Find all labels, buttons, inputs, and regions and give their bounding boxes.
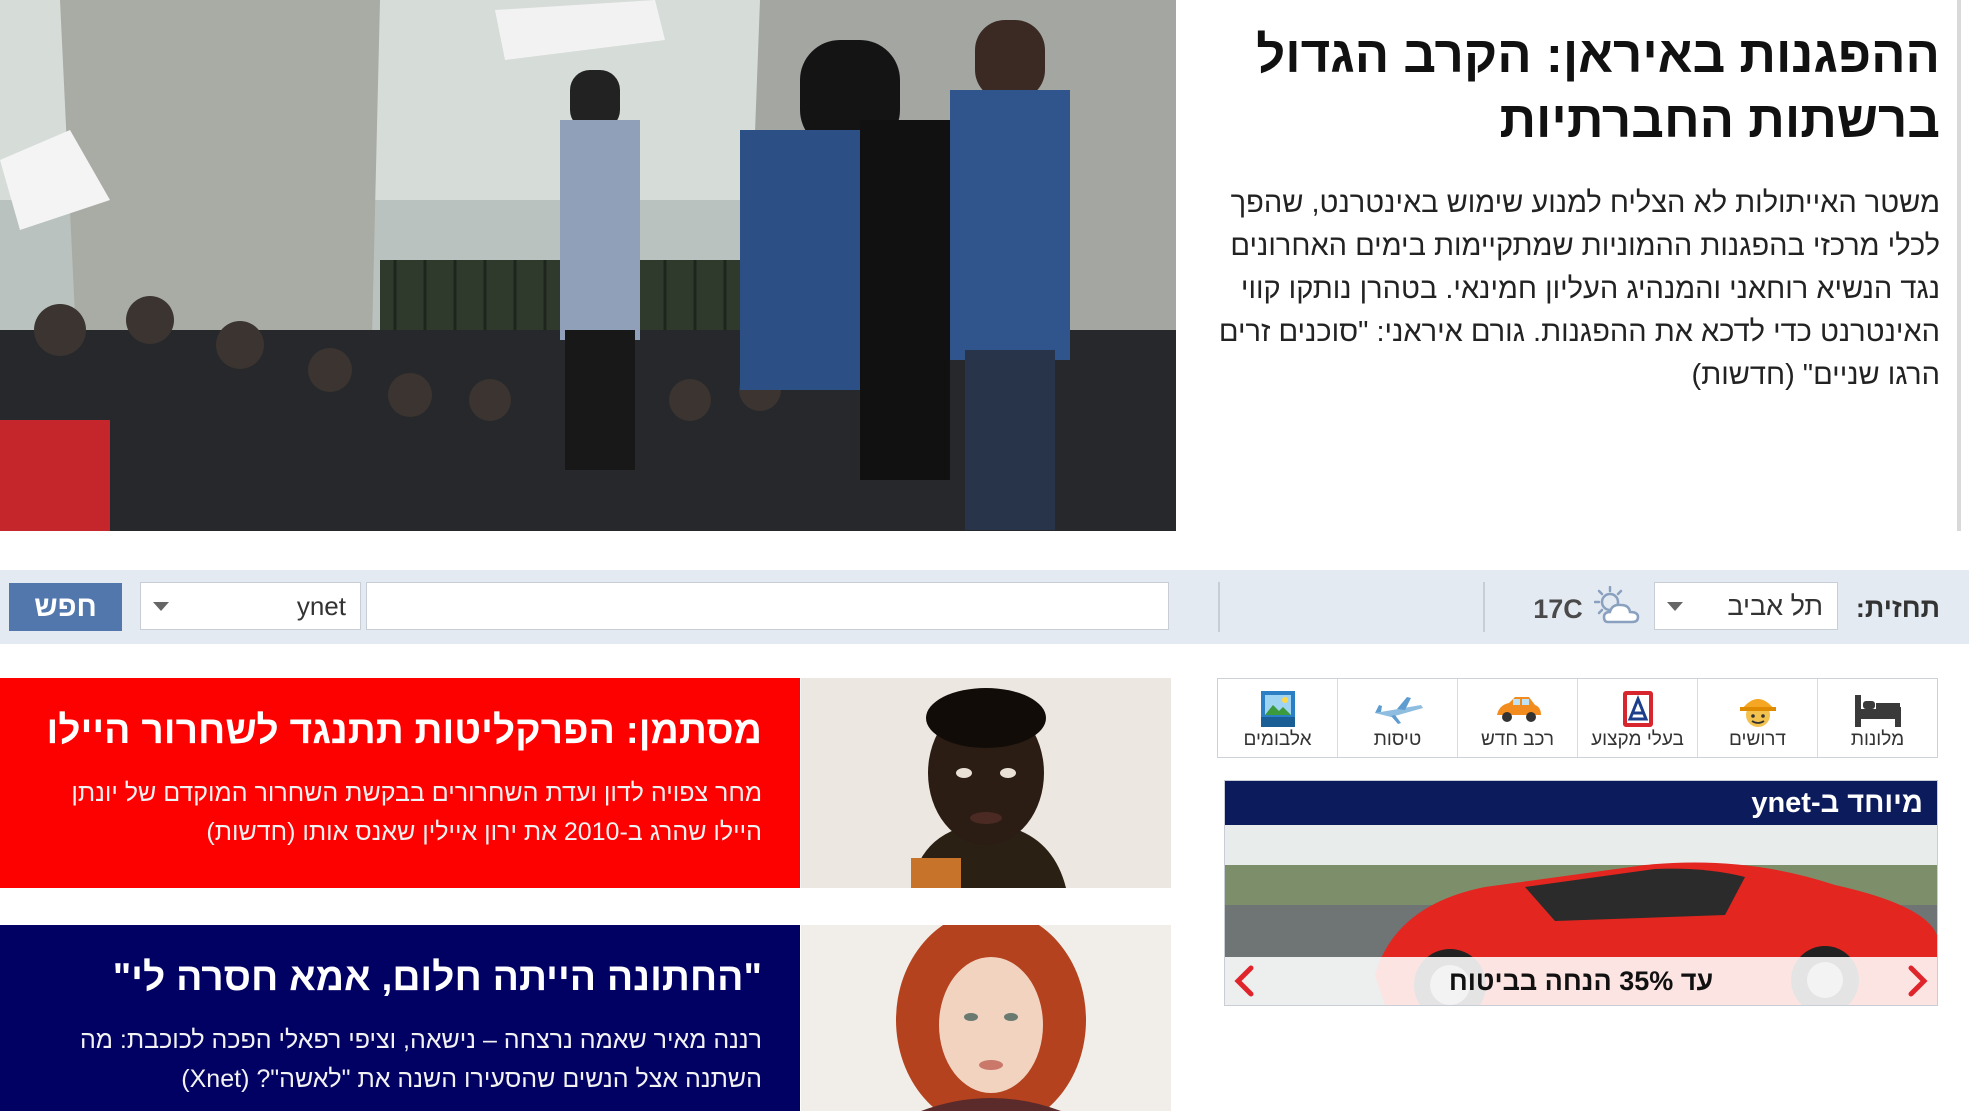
service-label: מלונות [1850,729,1905,750]
story-subtitle[interactable]: מחר צפויה לדון ועדת השחרורים בבקשת השחרו… [30,774,762,852]
story-card-blue[interactable]: "החתונה הייתה חלום, אמא חסרה לי" רננה מא… [0,925,800,1111]
service-flights[interactable]: טיסות [1337,679,1457,757]
chevron-right-icon[interactable] [1903,965,1931,997]
service-label: אלבומים [1243,729,1312,750]
chevron-down-icon [153,602,169,611]
top-story-photo[interactable] [0,0,1176,531]
service-new-car[interactable]: רכב חדש [1457,679,1577,757]
story-subtitle[interactable]: רננה מאיר שאמה נרצחה – נישאה, וציפי רפאל… [30,1021,762,1099]
service-hotels[interactable]: מלונות [1817,679,1937,757]
top-story-summary[interactable]: משטר האייתולות לא הצליח למנוע שימוש באינ… [1210,182,1940,397]
divider [1483,582,1485,632]
city-value: תל אביב [1727,591,1823,621]
promo-caption-bar: עד 35% הנחה בביטוח [1225,957,1937,1005]
special-promo[interactable]: מיוחד ב-ynet עד 35% הנחה בביטוח [1224,780,1938,1006]
scrollbar-track[interactable] [1957,0,1961,531]
service-label: בעלי מקצוע [1591,729,1684,750]
story-title[interactable]: מסתמן: הפרקליטות תתנגד לשחרור היילו [30,708,762,754]
service-albums[interactable]: אלבומים [1218,679,1337,757]
service-label: דרושים [1729,729,1786,750]
service-jobs[interactable]: דרושים [1697,679,1817,757]
top-story-headline[interactable]: ההפגנות באיראן: הקרב הגדול ברשתות החברתי… [1210,22,1940,152]
story-photo-portrait-woman[interactable] [801,925,1171,1111]
professionals-icon [1622,691,1653,727]
top-story-text: ההפגנות באיראן: הקרב הגדול ברשתות החברתי… [1210,22,1940,397]
city-select[interactable]: תל אביב [1654,582,1838,630]
bed-icon [1854,695,1901,727]
temperature: 17C [1533,594,1583,624]
search-input[interactable] [366,582,1169,630]
story-photo-portrait-man[interactable] [801,678,1171,888]
story-title[interactable]: "החתונה הייתה חלום, אמא חסרה לי" [30,955,762,1001]
service-label: רכב חדש [1480,729,1555,750]
partly-cloudy-sun-icon [1593,585,1642,628]
forecast-label: תחזית: [1855,593,1940,623]
service-label: טיסות [1373,729,1422,750]
promo-header: מיוחד ב-ynet [1225,781,1937,825]
promo-caption[interactable]: עד 35% הנחה בביטוח [1265,957,1897,1005]
car-icon [1496,697,1541,722]
search-button[interactable]: חפש [9,583,122,631]
service-professionals[interactable]: בעלי מקצוע [1577,679,1697,757]
photo-album-icon [1260,691,1295,727]
divider [1218,582,1220,632]
search-site-select[interactable]: ynet [140,582,361,630]
chevron-down-icon [1667,602,1683,611]
airplane-icon [1374,697,1423,724]
worker-helmet-icon [1739,699,1776,727]
protest-photo [0,0,1176,531]
chevron-left-icon[interactable] [1231,965,1259,997]
story-card-red[interactable]: מסתמן: הפרקליטות תתנגד לשחרור היילו מחר … [0,678,800,888]
search-site-value: ynet [296,591,346,621]
services-strip: מלונות דרושים בעלי מקצוע רכב חדש טיסות א… [1217,678,1938,758]
